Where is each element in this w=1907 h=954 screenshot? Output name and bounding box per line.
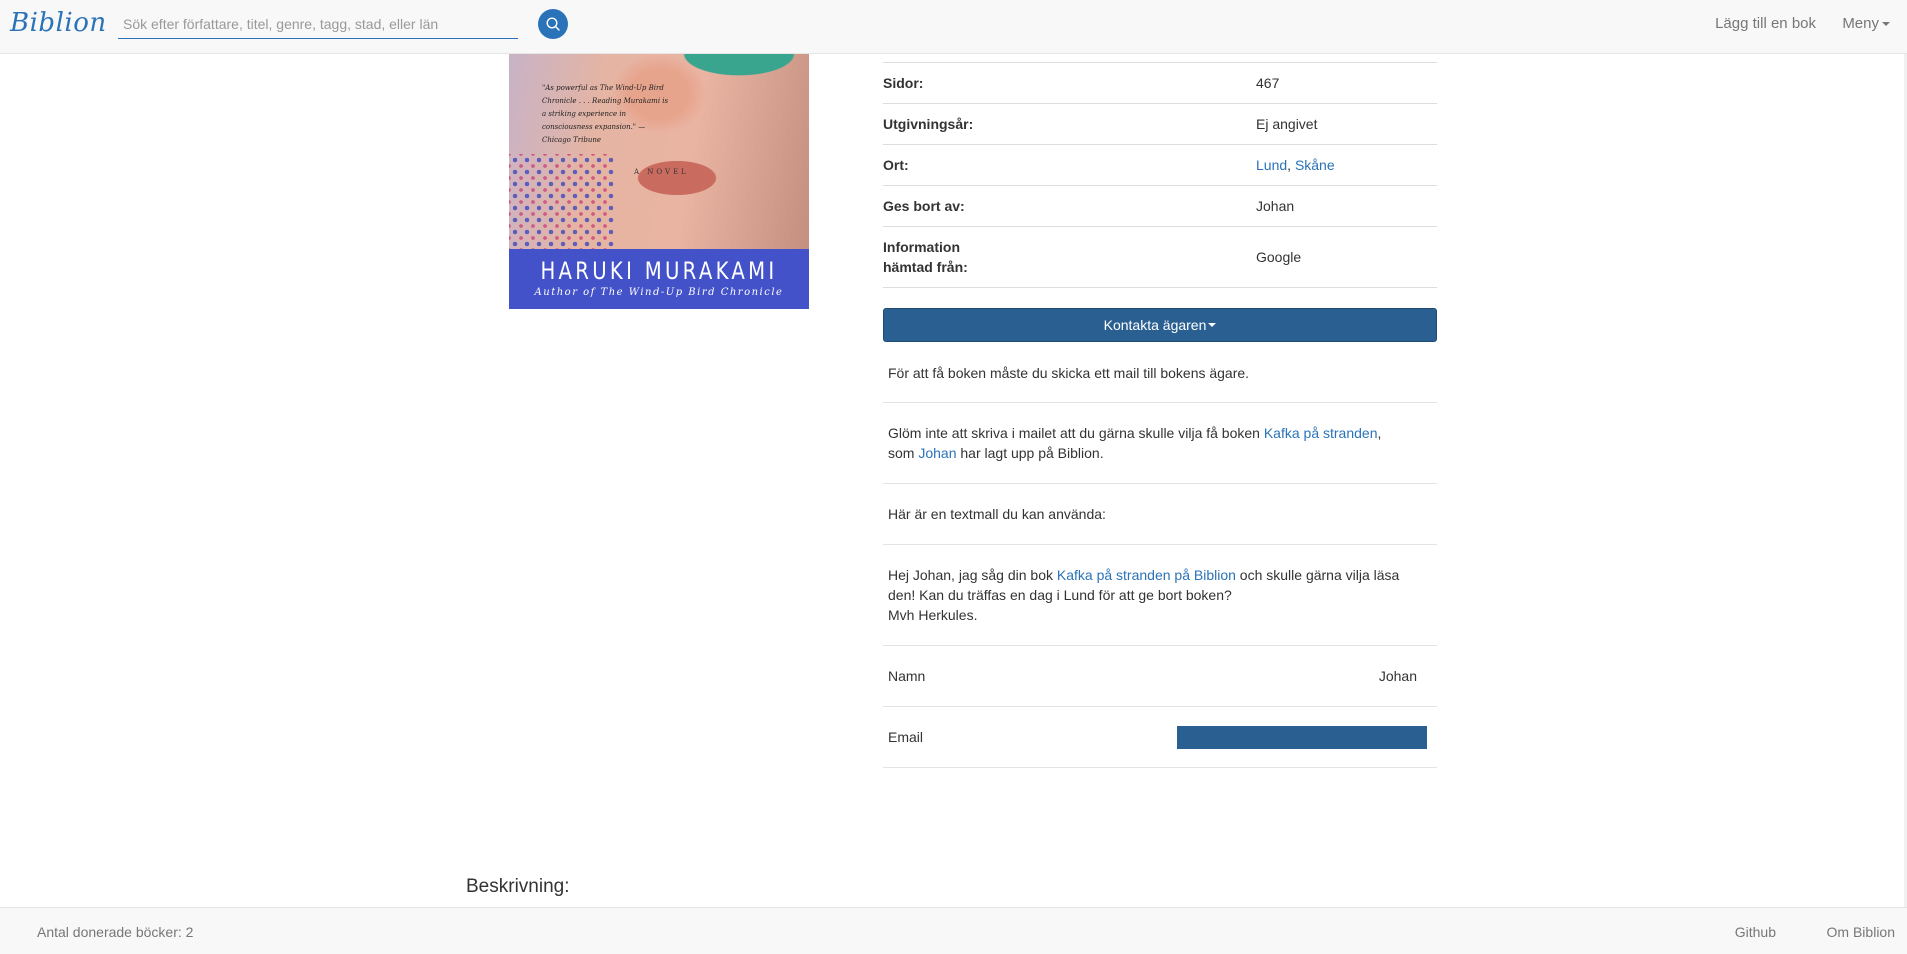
name-label: Namn (888, 668, 926, 684)
github-link[interactable]: Github (1735, 924, 1776, 940)
contact-owner-label: Kontakta ägaren (1103, 317, 1207, 333)
template-intro: Här är en textmall du kan använda: (883, 484, 1437, 545)
search-button[interactable] (538, 9, 568, 39)
reminder-text: som (888, 445, 919, 461)
city-link[interactable]: Lund (1256, 157, 1287, 173)
email-button[interactable] (1177, 725, 1427, 749)
cover-author-band: HARUKI MURAKAMI Author of The Wind-Up Bi… (509, 249, 809, 309)
detail-row-place: Ort: Lund, Skåne (883, 144, 1437, 185)
template-text: och skulle gärna vilja läsa (1235, 567, 1400, 583)
reminder-comma: , (1377, 425, 1382, 441)
description-heading: Beskrivning: (466, 876, 570, 897)
cover-quote: "As powerful as The Wind-Up Bird Chronic… (542, 84, 669, 144)
detail-value: 467 (1256, 75, 1280, 91)
donated-count: Antal donerade böcker: 2 (37, 924, 194, 940)
table-bottom-border (883, 287, 1437, 288)
cover-author: HARUKI MURAKAMI (540, 257, 778, 285)
detail-label: Ort: (883, 157, 909, 173)
contact-owner-button[interactable]: Kontakta ägaren (883, 308, 1437, 342)
template-intro-text: Här är en textmall du kan använda: (888, 506, 1106, 522)
template-signature: Mvh Herkules. (888, 607, 978, 623)
detail-row-year: Utgivningsår: Ej angivet (883, 103, 1437, 144)
caret-down-icon (1208, 323, 1217, 327)
footer: Antal donerade böcker: 2 Github Om Bibli… (0, 907, 1907, 954)
contact-reminder: Glöm inte att skriva i mailet att du gär… (883, 403, 1437, 484)
add-book-link[interactable]: Lägg till en bok (1715, 15, 1816, 32)
caret-down-icon (1882, 21, 1890, 26)
menu-label: Meny (1842, 15, 1879, 32)
contact-email-row: Email (883, 707, 1437, 768)
detail-row-pages: Sidor: 467 (883, 62, 1437, 103)
navbar: Biblion Lägg till en bok Meny (0, 0, 1907, 54)
template-text: Hej Johan, jag såg din bok (888, 567, 1057, 583)
detail-row-giver: Ges bort av: Johan (883, 185, 1437, 226)
name-value: Johan (1378, 668, 1417, 684)
contact-intro: För att få boken måste du skicka ett mai… (883, 343, 1437, 403)
brand-logo[interactable]: Biblion (10, 8, 107, 38)
mail-template: Hej Johan, jag såg din bok Kafka på stra… (883, 545, 1437, 646)
about-link[interactable]: Om Biblion (1827, 924, 1895, 940)
cover-subtitle: Author of The Wind-Up Bird Chronicle (534, 287, 784, 298)
contact-panel: För att få boken måste du skicka ett mai… (883, 343, 1437, 768)
detail-label: Ges bort av: (883, 198, 965, 214)
template-book-link[interactable]: Kafka på stranden på Biblion (1057, 567, 1236, 583)
cover-pattern (509, 154, 614, 249)
search-icon (546, 17, 560, 31)
search-input[interactable] (118, 9, 518, 39)
email-label: Email (888, 729, 924, 745)
detail-value: Lund, Skåne (1256, 157, 1335, 173)
place-separator: , (1287, 157, 1292, 173)
reminder-text: Glöm inte att skriva i mailet att du gär… (888, 425, 1264, 441)
detail-label: Information hämtad från: (883, 237, 1256, 277)
book-link[interactable]: Kafka på stranden (1264, 425, 1378, 441)
book-cover: "As powerful as The Wind-Up Bird Chronic… (509, 54, 809, 309)
template-text: den! Kan du träffas en dag i Lund för at… (888, 587, 1232, 603)
menu-dropdown[interactable]: Meny (1842, 15, 1890, 32)
detail-label-line: Information (883, 239, 960, 255)
detail-label: Sidor: (883, 75, 924, 91)
cover-novel-label: A NOVEL (634, 168, 689, 176)
detail-value: Ej angivet (1256, 116, 1318, 132)
contact-intro-text: För att få boken måste du skicka ett mai… (888, 364, 1250, 381)
book-details-table: Sidor: 467 Utgivningsår: Ej angivet Ort:… (883, 62, 1437, 288)
region-link[interactable]: Skåne (1295, 157, 1335, 173)
detail-label-line: hämtad från: (883, 259, 968, 275)
detail-label: Utgivningsår: (883, 116, 974, 132)
reminder-text: har lagt upp på Biblion. (956, 445, 1104, 461)
owner-link[interactable]: Johan (1256, 198, 1294, 214)
detail-row-source: Information hämtad från: Google (883, 226, 1437, 287)
contact-name-row: Namn Johan (883, 646, 1437, 707)
owner-link[interactable]: Johan (918, 445, 956, 461)
source-link[interactable]: Google (1256, 249, 1301, 265)
